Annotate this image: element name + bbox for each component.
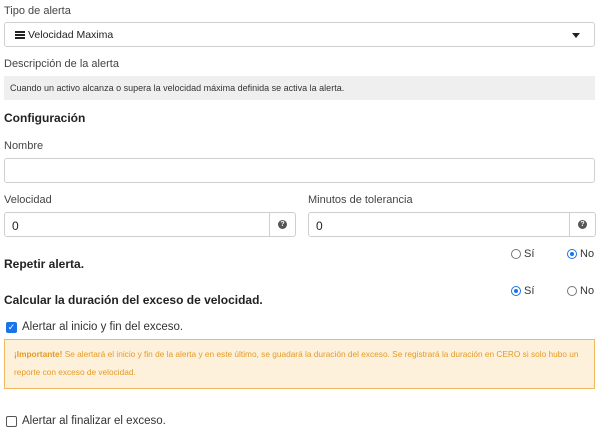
config-heading: Configuración (4, 111, 86, 125)
alert-start-end-label: Alertar al inicio y fin del exceso. (22, 321, 184, 333)
question-icon: ? (278, 220, 287, 229)
repeat-yes-label: Sí (524, 248, 535, 260)
list-icon (15, 30, 25, 39)
alert-type-label: Tipo de alerta (4, 5, 71, 17)
calculate-no-label: No (580, 285, 595, 297)
name-input[interactable] (4, 158, 595, 183)
tolerance-input[interactable]: 0 (308, 212, 570, 237)
alert-end-checkbox[interactable]: Alertar al finalizar el exceso. (6, 415, 166, 427)
repeat-no-radio[interactable]: No (567, 248, 594, 260)
description-text: Cuando un activo alcanza o supera la vel… (10, 83, 345, 93)
tolerance-help-button[interactable]: ? (570, 212, 596, 237)
calculate-no-radio[interactable]: No (567, 285, 594, 297)
alert-start-end-checkbox[interactable]: ✓ Alertar al inicio y fin del exceso. (6, 321, 183, 333)
important-warning: ¡Importante! Se alertará el inicio y fin… (4, 339, 595, 389)
alert-end-label: Alertar al finalizar el exceso. (22, 415, 166, 427)
repeat-no-label: No (580, 248, 595, 260)
alert-type-selected: Velocidad Maxima (28, 28, 114, 41)
radio-circle (511, 249, 521, 259)
name-label: Nombre (4, 140, 44, 152)
tolerance-label: Minutos de tolerancia (308, 194, 413, 206)
calculate-yes-radio[interactable]: Sí (511, 285, 534, 297)
radio-circle-selected (567, 249, 577, 259)
speed-label: Velocidad (4, 194, 52, 206)
chevron-down-icon (572, 33, 580, 38)
radio-circle (567, 286, 577, 296)
repeat-yes-radio[interactable]: Sí (511, 248, 534, 260)
repeat-alert-label: Repetir alerta. (4, 257, 85, 271)
calculate-duration-label: Calcular la duración del exceso de veloc… (4, 293, 263, 307)
radio-circle-selected (511, 286, 521, 296)
warning-bold: ¡Importante! (14, 349, 63, 359)
speed-help-button[interactable]: ? (270, 212, 296, 237)
warning-text: Se alertará el inicio y fin de la alerta… (14, 349, 579, 377)
description-box: Cuando un activo alcanza o supera la vel… (4, 76, 595, 100)
speed-input[interactable]: 0 (4, 212, 270, 237)
calculate-yes-label: Sí (524, 285, 535, 297)
check-icon: ✓ (6, 321, 17, 333)
question-icon: ? (578, 220, 587, 229)
alert-type-select[interactable]: Velocidad Maxima (4, 22, 595, 47)
description-label: Descripción de la alerta (4, 58, 119, 70)
checkbox-box (6, 415, 17, 427)
